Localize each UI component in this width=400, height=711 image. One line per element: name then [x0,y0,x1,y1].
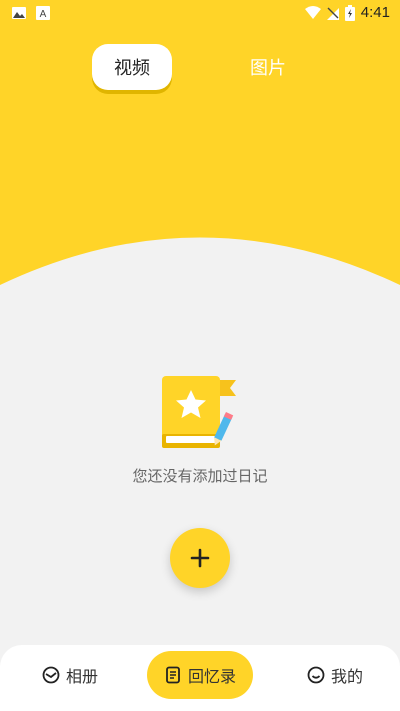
nav-album-label: 相册 [65,667,98,686]
add-diary-button[interactable] [170,528,230,588]
nav-mine-label: 我的 [330,667,363,686]
smile-icon [307,666,325,684]
no-signal-icon [326,7,339,20]
album-icon [42,666,60,684]
memo-icon [166,666,180,684]
status-bar: A 4:41 [0,0,400,28]
svg-text:A: A [40,9,47,20]
nav-mine[interactable]: 我的 [295,651,375,699]
nav-memo[interactable]: 回忆录 [147,651,253,699]
tab-video[interactable]: 视频 [92,44,172,90]
wifi-icon [304,5,321,19]
gallery-icon [12,7,26,19]
nav-memo-label: 回忆录 [187,667,236,686]
battery-charging-icon [344,4,355,21]
diary-book-star-icon [162,376,236,448]
nav-album[interactable]: 相册 [30,651,110,699]
status-time: 4:41 [360,4,390,21]
font-app-icon: A [36,6,50,20]
plus-icon [190,548,210,568]
media-tabs: 视频 图片 [0,44,400,94]
tab-image[interactable]: 图片 [228,44,308,90]
bottom-nav: 相册 回忆录 我的 [0,645,400,711]
empty-state-message: 您还没有添加过日记 [132,467,268,485]
